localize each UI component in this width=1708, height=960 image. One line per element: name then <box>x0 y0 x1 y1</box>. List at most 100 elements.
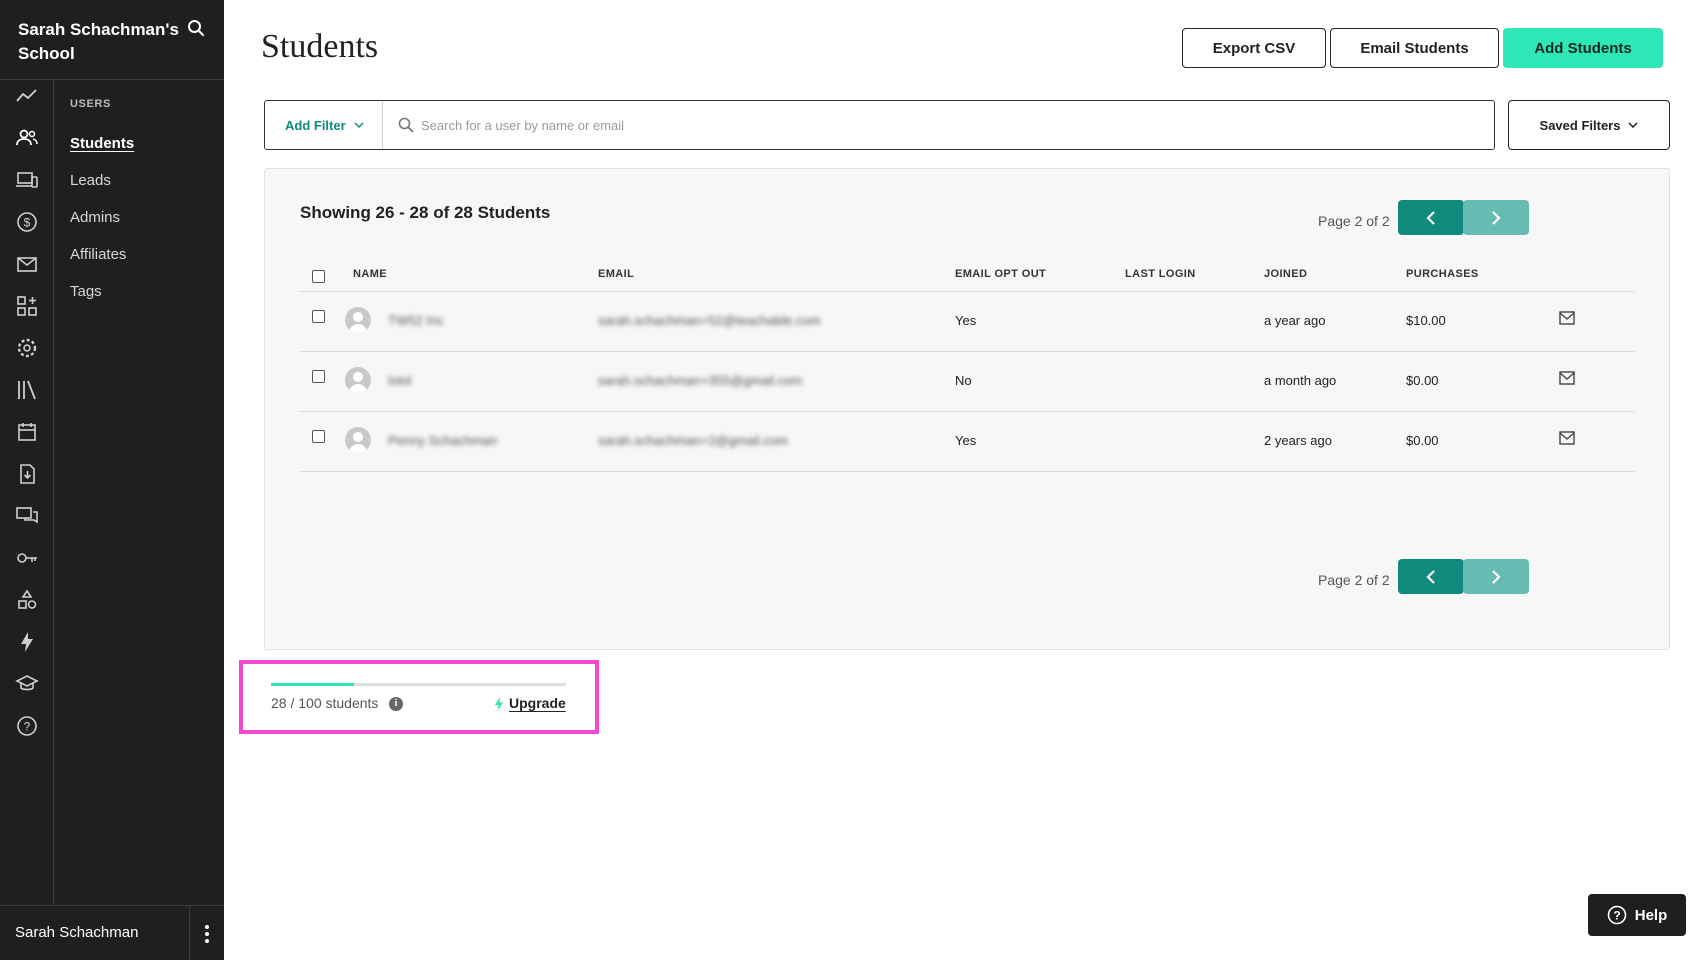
prev-page-button-top[interactable] <box>1398 200 1464 235</box>
sidebar-item-tags[interactable]: Tags <box>70 282 224 319</box>
filter-bar: Add Filter <box>264 100 1495 150</box>
joined: a month ago <box>1264 373 1337 388</box>
page-indicator-bottom: Page 2 of 2 <box>1318 572 1390 588</box>
students-panel: Showing 26 - 28 of 28 Students Page 2 of… <box>264 168 1670 650</box>
email-opt-out: No <box>955 373 972 388</box>
add-students-button[interactable]: Add Students <box>1503 28 1663 68</box>
users-icon[interactable] <box>15 126 39 150</box>
icon-rail: $ ? <box>0 80 54 905</box>
sidebar-item-leads[interactable]: Leads <box>70 171 224 208</box>
users-subnav: USERS Students Leads Admins Affiliates T… <box>54 80 224 905</box>
chevron-left-icon <box>1426 569 1435 584</box>
student-name[interactable]: Penny Schachman <box>388 433 497 448</box>
more-vertical-icon <box>205 924 209 943</box>
add-filter-label: Add Filter <box>285 117 346 133</box>
sidebar-item-affiliates[interactable]: Affiliates <box>70 245 224 282</box>
comments-icon[interactable] <box>15 504 39 528</box>
search-input[interactable] <box>421 109 1471 141</box>
student-count: 28 / 100 students <box>271 695 379 711</box>
row-checkbox[interactable] <box>312 310 325 323</box>
email-opt-out: Yes <box>955 433 977 448</box>
student-email: sarah.schachman+355@gmail.com <box>598 373 803 388</box>
email-students-button[interactable]: Email Students <box>1330 28 1499 68</box>
mail-icon[interactable] <box>1559 431 1575 445</box>
showing-count: Showing 26 - 28 of 28 Students <box>300 203 551 222</box>
student-email: sarah.schachman+2@gmail.com <box>598 433 788 448</box>
info-icon[interactable]: i <box>389 697 403 711</box>
help-label: Help <box>1634 906 1668 924</box>
subnav-heading: USERS <box>70 98 111 110</box>
next-page-button-bottom[interactable] <box>1463 559 1529 594</box>
column-header-purchases[interactable]: PURCHASES <box>1406 268 1479 280</box>
graduation-cap-icon[interactable] <box>15 672 39 696</box>
analytics-icon[interactable] <box>15 84 39 108</box>
avatar <box>345 427 371 453</box>
avatar <box>345 307 371 333</box>
export-csv-button[interactable]: Export CSV <box>1182 28 1326 68</box>
joined: a year ago <box>1264 313 1326 328</box>
column-header-last-login[interactable]: LAST LOGIN <box>1125 268 1196 280</box>
help-circle-icon[interactable]: ? <box>15 714 39 738</box>
avatar <box>345 367 371 393</box>
row-checkbox[interactable] <box>312 370 325 383</box>
help-button[interactable]: ? Help <box>1588 894 1686 936</box>
help-circle-icon: ? <box>1607 905 1627 925</box>
column-header-email-opt-out[interactable]: EMAIL OPT OUT <box>955 268 1046 280</box>
dollar-icon[interactable]: $ <box>15 210 39 234</box>
prev-page-button-bottom[interactable] <box>1398 559 1464 594</box>
search-icon <box>398 117 414 133</box>
select-all-checkbox[interactable] <box>312 270 325 283</box>
student-limit-progress-fill <box>271 683 354 686</box>
school-header: Sarah Schachman's School <box>0 0 224 80</box>
sidebar-item-admins[interactable]: Admins <box>70 208 224 245</box>
gear-icon[interactable] <box>15 336 39 360</box>
student-name[interactable]: TW52 Inc <box>388 313 444 328</box>
add-filter-button[interactable]: Add Filter <box>265 101 383 149</box>
chevron-right-icon <box>1492 210 1501 225</box>
bolt-icon[interactable] <box>15 630 39 654</box>
student-limit-progress <box>271 683 566 686</box>
email-opt-out: Yes <box>955 313 977 328</box>
row-checkbox[interactable] <box>312 430 325 443</box>
saved-filters-label: Saved Filters <box>1539 117 1621 133</box>
column-header-email[interactable]: EMAIL <box>598 268 634 280</box>
sidebar-item-students[interactable]: Students <box>70 134 224 171</box>
chevron-down-icon <box>1628 122 1638 128</box>
mail-icon[interactable] <box>1559 371 1575 385</box>
chevron-right-icon <box>1492 569 1501 584</box>
table-row[interactable]: TW52 Inc sarah.schachman+52@teachable.co… <box>300 292 1635 352</box>
joined: 2 years ago <box>1264 433 1332 448</box>
bolt-icon <box>495 697 503 711</box>
mail-icon[interactable] <box>1559 311 1575 325</box>
column-header-name[interactable]: NAME <box>353 268 387 280</box>
user-menu-button[interactable] <box>189 906 224 960</box>
chevron-left-icon <box>1426 210 1435 225</box>
search-icon[interactable] <box>186 18 206 38</box>
purchases: $0.00 <box>1406 433 1439 448</box>
column-header-joined[interactable]: JOINED <box>1264 268 1307 280</box>
next-page-button-top[interactable] <box>1463 200 1529 235</box>
download-doc-icon[interactable] <box>15 462 39 486</box>
key-icon[interactable] <box>15 546 39 570</box>
upgrade-link[interactable]: Upgrade <box>509 695 566 711</box>
calendar-icon[interactable] <box>15 420 39 444</box>
page-indicator-top: Page 2 of 2 <box>1318 213 1390 229</box>
svg-text:$: $ <box>24 216 31 230</box>
devices-icon[interactable] <box>15 168 39 192</box>
current-user-name[interactable]: Sarah Schachman <box>15 924 138 941</box>
purchases: $10.00 <box>1406 313 1446 328</box>
apps-icon[interactable] <box>15 294 39 318</box>
library-icon[interactable] <box>15 378 39 402</box>
sidebar: Sarah Schachman's School $ ? USERS Stude… <box>0 0 224 960</box>
saved-filters-dropdown[interactable]: Saved Filters <box>1508 100 1670 150</box>
table-row[interactable]: lolol sarah.schachman+355@gmail.com No a… <box>300 352 1635 412</box>
sidebar-footer: Sarah Schachman <box>0 905 224 960</box>
chevron-down-icon <box>354 122 364 128</box>
school-name[interactable]: Sarah Schachman's School <box>18 18 188 66</box>
purchases: $0.00 <box>1406 373 1439 388</box>
shapes-icon[interactable] <box>15 588 39 612</box>
svg-text:?: ? <box>1613 909 1620 923</box>
table-row[interactable]: Penny Schachman sarah.schachman+2@gmail.… <box>300 412 1635 472</box>
student-name[interactable]: lolol <box>388 373 411 388</box>
mail-icon[interactable] <box>15 252 39 276</box>
